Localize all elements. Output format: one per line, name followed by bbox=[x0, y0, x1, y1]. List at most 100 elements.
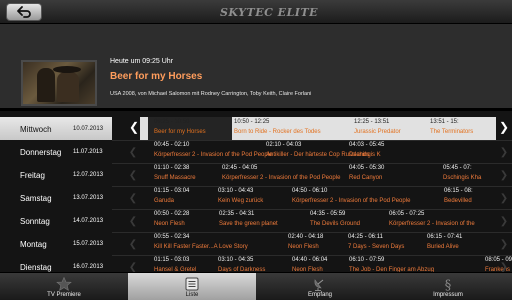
program-slot[interactable]: 01:10 - 02:38 Snuff Massacre bbox=[154, 163, 220, 186]
chevron-right-icon: ❯ bbox=[499, 238, 509, 250]
program-slot[interactable]: 06:15 - 08: Bedevilled bbox=[444, 186, 494, 209]
tab-label: Empfang bbox=[307, 291, 332, 298]
tab-tv-premiere[interactable]: TV Premiere bbox=[0, 273, 128, 300]
program-time: 06:15 - 07:41 bbox=[427, 234, 463, 240]
program-slot[interactable]: 04:35 - 05:59 The Devils Ground bbox=[310, 209, 387, 232]
program-slot[interactable]: 00:55 - 02:34 Kill Kill Faster Faster...A… bbox=[154, 232, 286, 255]
program-slot[interactable]: 06:05 - 07:25 Körperfresser 2 - Invasion … bbox=[389, 209, 494, 232]
day-date: 10.07.2013 bbox=[73, 126, 104, 132]
list-icon bbox=[185, 277, 199, 290]
day-column: Mittwoch 10.07.2013 Donnerstag 11.07.2013 Fr… bbox=[0, 111, 112, 272]
day-item[interactable]: Sonntag 14.07.2013 bbox=[0, 209, 112, 232]
program-time: 01:10 - 02:38 bbox=[154, 165, 190, 171]
program-grid: Mittwoch 10.07.2013 Donnerstag 11.07.2013 Fr… bbox=[0, 111, 512, 273]
chevron-left-icon: ❮ bbox=[128, 146, 138, 158]
chevron-left-icon: ❮ bbox=[128, 192, 138, 204]
row-divider bbox=[112, 209, 512, 210]
day-date: 12.07.2013 bbox=[73, 172, 104, 178]
program-title: Save the green planet bbox=[219, 221, 278, 227]
scroll-left-arrow-icon[interactable]: ❮ bbox=[127, 117, 141, 137]
chevron-left-icon: ❮ bbox=[128, 238, 138, 250]
program-slot[interactable]: 12:25 - 13:51 Jurassic Predator bbox=[354, 117, 428, 140]
satellite-dish-icon bbox=[314, 278, 324, 291]
tab-liste[interactable]: Liste bbox=[128, 273, 256, 300]
row-divider bbox=[112, 163, 512, 164]
schedule-row: 00:45 - 02:10 Körperfresser 2 - Invasion … bbox=[140, 140, 496, 163]
program-title: Neon Flesh bbox=[288, 244, 319, 250]
program-slot[interactable]: 02:40 - 04:18 Neon Flesh bbox=[288, 232, 346, 255]
program-slot[interactable]: 02:10 - 04:03 Antikiller - Der härteste C… bbox=[266, 140, 369, 163]
chevron-right-icon: ❯ bbox=[499, 215, 509, 227]
day-item[interactable]: Donnerstag 11.07.2013 bbox=[0, 140, 112, 163]
program-time: 02:45 - 04:05 bbox=[222, 165, 258, 171]
star-icon bbox=[56, 276, 72, 291]
program-time: 10:50 - 12:25 bbox=[234, 119, 270, 125]
featured-panel: Heute um 09:25 Uhr Beer for my Horses US… bbox=[0, 24, 512, 108]
program-slot[interactable]: 04:05 - 05:30 Red Canyon bbox=[349, 163, 441, 186]
program-slot[interactable]: 02:45 - 04:05 Körperfresser 2 - Invasion … bbox=[222, 163, 347, 186]
program-time: 00:50 - 02:28 bbox=[154, 211, 190, 217]
day-name: Samstag bbox=[20, 194, 52, 203]
bottom-tab-bar: TV Premiere Liste Empfang § Impressum bbox=[0, 272, 512, 300]
program-time: 02:35 - 04:31 bbox=[219, 211, 255, 217]
program-time: 05:45 - 07: bbox=[443, 165, 472, 171]
program-title: Körperfresser 2 - Invasion of the Pod Pe… bbox=[154, 152, 273, 158]
tab-label: Liste bbox=[185, 291, 199, 298]
tab-label: TV Premiere bbox=[47, 291, 81, 298]
day-item[interactable]: Samstag 13.07.2013 bbox=[0, 186, 112, 209]
program-title: Jurassic Predator bbox=[354, 129, 401, 135]
program-title: Neon Flesh bbox=[154, 221, 185, 227]
program-title: Körperfresser 2 - Invasion of the Pod Pe… bbox=[222, 175, 341, 181]
program-slot[interactable]: 00:45 - 02:10 Körperfresser 2 - Invasion … bbox=[154, 140, 272, 163]
featured-description: USA 2008, von Michael Salomon mit Rodney… bbox=[110, 91, 312, 97]
day-name: Freitag bbox=[20, 171, 45, 180]
program-slot[interactable]: 04:50 - 06:10 Körperfresser 2 - Invasion … bbox=[292, 186, 442, 209]
schedule-row: 01:10 - 02:38 Snuff Massacre 02:45 - 04:05… bbox=[140, 163, 496, 186]
scroll-right-arrow-icon[interactable]: ❯ bbox=[497, 117, 511, 137]
chevron-left-icon: ❮ bbox=[128, 215, 138, 227]
back-button[interactable] bbox=[6, 3, 42, 21]
program-time: 03:10 - 04:43 bbox=[218, 188, 254, 194]
program-time: 13:51 - 15: bbox=[430, 119, 459, 125]
program-slot[interactable]: 04:25 - 06:11 7 Days - Seven Days bbox=[348, 232, 425, 255]
day-item[interactable]: Freitag 12.07.2013 bbox=[0, 163, 112, 186]
row-divider bbox=[112, 140, 512, 141]
tab-empfang[interactable]: Empfang bbox=[256, 273, 384, 300]
program-time: 02:10 - 04:03 bbox=[266, 142, 302, 148]
day-date: 14.07.2013 bbox=[73, 218, 104, 224]
day-date: 11.07.2013 bbox=[73, 149, 103, 155]
featured-title: Beer for my Horses bbox=[110, 71, 203, 82]
day-date: 13.07.2013 bbox=[73, 195, 104, 201]
program-title: Beer for my Horses bbox=[154, 129, 206, 135]
schedule-row: 00:55 - 02:34 Kill Kill Faster Faster...A… bbox=[140, 232, 496, 255]
back-arrow-icon bbox=[17, 6, 31, 18]
top-bar: SKYTEC ELITE bbox=[0, 0, 512, 24]
day-name: Montag bbox=[20, 240, 47, 249]
program-slot[interactable]: 06:15 - 07:41 Buried Alive bbox=[427, 232, 494, 255]
program-title: Red Canyon bbox=[349, 175, 383, 181]
program-slot[interactable]: 03:10 - 04:43 Kein Weg zurück bbox=[218, 186, 290, 209]
program-slot[interactable]: 13:51 - 15: The Terminators bbox=[430, 117, 494, 140]
featured-thumbnail bbox=[21, 60, 97, 106]
program-slot[interactable]: 00:50 - 02:28 Neon Flesh bbox=[154, 209, 217, 232]
program-time: 04:05 - 05:30 bbox=[349, 165, 385, 171]
program-time: 12:25 - 13:51 bbox=[354, 119, 390, 125]
tab-impressum[interactable]: § Impressum bbox=[384, 273, 512, 300]
program-slot[interactable]: 09:25 - 10:50 Beer for my Horses bbox=[148, 117, 232, 140]
program-time: 06:15 - 08: bbox=[444, 188, 473, 194]
day-item[interactable]: Mittwoch 10.07.2013 bbox=[0, 117, 112, 140]
program-slot[interactable]: 01:15 - 03:04 Garuda bbox=[154, 186, 216, 209]
program-title: The Devils Ground bbox=[310, 221, 361, 227]
program-slot[interactable]: 02:35 - 04:31 Save the green planet bbox=[219, 209, 308, 232]
program-time: 01:15 - 03:04 bbox=[154, 188, 190, 194]
program-slot[interactable]: 10:50 - 12:25 Born to Ride - Rocker des T… bbox=[234, 117, 352, 140]
day-name: Dienstag bbox=[20, 263, 52, 272]
program-title: Kill Kill Faster Faster...A Love Story bbox=[154, 244, 248, 250]
program-title: Körperfresser 2 - Invasion of the bbox=[389, 221, 475, 227]
program-slot[interactable]: 04:03 - 05:45 Dschingis K bbox=[349, 140, 456, 163]
program-slot[interactable]: 05:45 - 07: Dschingis Kha bbox=[443, 163, 494, 186]
day-item[interactable]: Montag 15.07.2013 bbox=[0, 232, 112, 255]
program-time: 04:50 - 06:10 bbox=[292, 188, 328, 194]
program-title: Dschingis K bbox=[349, 152, 381, 158]
chevron-right-icon: ❯ bbox=[499, 192, 509, 204]
